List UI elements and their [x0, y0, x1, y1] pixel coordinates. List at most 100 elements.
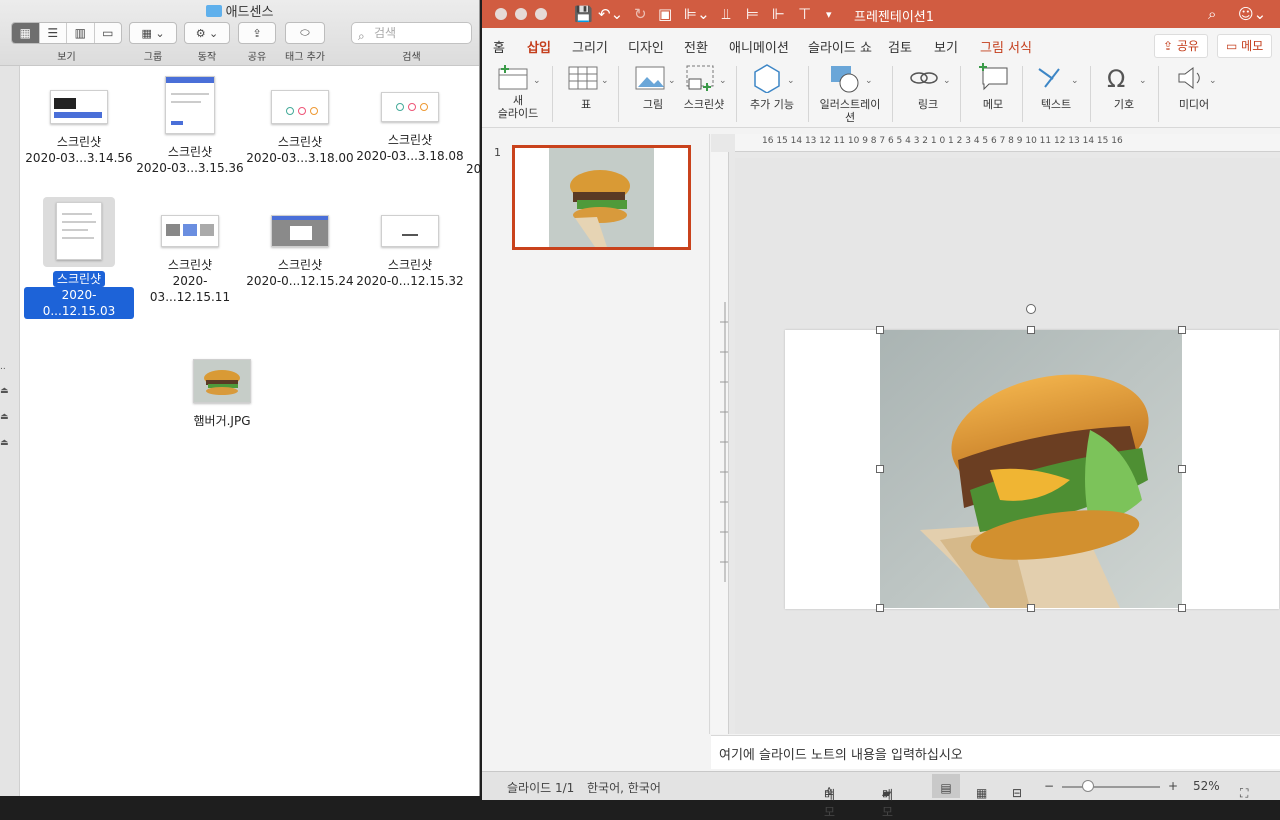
share-button[interactable]: ⇪ — [238, 22, 276, 44]
redo-icon[interactable]: ↻ — [634, 5, 647, 23]
file-item[interactable]: 스크린샷 2020-03...3.18.00 — [245, 76, 355, 166]
present-icon[interactable]: ▣ — [658, 5, 672, 23]
gallery-view-icon[interactable]: ▭ — [95, 23, 122, 43]
hamburger-picture[interactable] — [876, 304, 1186, 612]
file-item-selected[interactable]: 스크린샷 2020-0...12.15.03 — [24, 197, 134, 319]
eject-icon[interactable]: ⏏ — [0, 438, 9, 448]
align-top-icon[interactable]: ⊤ — [798, 5, 811, 23]
new-slide-button[interactable]: ⌄ 새 슬라이드 — [492, 62, 544, 120]
file-name: 스크린샷 2020-03...3.18.08 — [356, 133, 464, 163]
illustration-button[interactable]: ⌄ 일러스트레이션 — [816, 62, 884, 124]
file-item[interactable]: 스크린샷 2020-0...12.15.24 — [245, 197, 355, 289]
comment-button[interactable]: 메모 — [968, 62, 1018, 111]
ribbon-separator — [1158, 66, 1159, 122]
tab-insert[interactable]: 삽입 — [523, 37, 555, 61]
language-indicator[interactable]: 한국어, 한국어 — [587, 779, 661, 796]
tab-picture-format[interactable]: 그림 서식 — [980, 37, 1032, 56]
notes-input[interactable]: 여기에 슬라이드 노트의 내용을 입력하십시오 — [711, 735, 1280, 769]
powerpoint-window: 💾 ↶⌄ ↻ ▣ ⊫⌄ ⫫ ⊨ ⊩ ⊤ ▾ 프레젠테이션1 ⌕ ☺⌄ 홈 삽입 … — [482, 0, 1280, 819]
file-item[interactable]: 스크린샷 2020-03...3.15.36 — [135, 76, 245, 176]
view-mode-switcher[interactable]: ▦ ☰ ▥ ▭ — [11, 22, 122, 44]
group-button[interactable]: ▦ ⌄ — [129, 22, 177, 44]
screenshot-button[interactable]: ⌄ 스크린샷 — [678, 62, 730, 111]
customize-icon[interactable]: ▾ — [826, 8, 832, 21]
svg-text:⌄: ⌄ — [1071, 76, 1079, 86]
media-button[interactable]: ⌄ 미디어 — [1166, 62, 1222, 111]
comment-icon — [968, 62, 1018, 94]
tab-slideshow[interactable]: 슬라이드 쇼 — [808, 37, 872, 56]
ribbon-separator — [736, 66, 737, 122]
share-icon: ⇪ — [252, 26, 262, 40]
normal-view-button[interactable]: ▤ — [932, 774, 960, 798]
file-item[interactable]: 스크린샷 2020-03...12.15.11 — [135, 197, 245, 305]
finder-sidebar: .. ⏏ ⏏ ⏏ — [0, 66, 20, 796]
document-title: 프레젠테이션1 — [854, 10, 935, 25]
addins-button[interactable]: ⌄ 추가 기능 — [744, 62, 800, 111]
svg-text:⌄: ⌄ — [865, 76, 873, 86]
comments-button[interactable]: ▭ 메모 — [1217, 34, 1273, 58]
tag-button[interactable]: ⬭ — [285, 22, 325, 44]
resize-handle[interactable] — [1178, 465, 1186, 473]
text-button[interactable]: ⌄ 텍스트 — [1030, 62, 1082, 111]
picture-button[interactable]: ⌄ 그림 — [627, 62, 679, 111]
resize-handle[interactable] — [1178, 326, 1186, 334]
tab-animations[interactable]: 애니메이션 — [729, 37, 789, 56]
slide-thumbnail[interactable] — [512, 145, 691, 250]
tab-view[interactable]: 보기 — [934, 37, 958, 56]
zoom-slider-knob[interactable] — [1082, 780, 1094, 792]
slide[interactable] — [785, 304, 1279, 612]
zoom-in-button[interactable]: + — [1168, 779, 1178, 793]
action-button[interactable]: ⚙ ⌄ — [184, 22, 230, 44]
resize-handle[interactable] — [876, 604, 884, 612]
ribbon-separator — [552, 66, 553, 122]
zoom-button[interactable] — [535, 8, 547, 20]
tab-draw[interactable]: 그리기 — [572, 37, 608, 56]
table-button[interactable]: ⌄ 표 — [560, 62, 612, 111]
icon-view-icon[interactable]: ▦ — [12, 23, 40, 43]
list-view-icon[interactable]: ☰ — [40, 23, 67, 43]
slide-indicator: 슬라이드 1/1 — [507, 781, 575, 795]
file-item[interactable]: 스크린샷 2020-03...3.18.08 — [355, 76, 465, 164]
file-item[interactable]: 스크린샷 2020-03...3.14.56 — [24, 76, 134, 166]
minimize-button[interactable] — [515, 8, 527, 20]
resize-handle[interactable] — [1027, 326, 1035, 334]
tab-review[interactable]: 검토 — [888, 37, 912, 56]
column-view-icon[interactable]: ▥ — [67, 23, 95, 43]
file-thumbnail — [50, 90, 108, 124]
eject-icon[interactable]: ⏏ — [0, 412, 9, 422]
zoom-out-button[interactable]: − — [1044, 779, 1054, 793]
resize-handle[interactable] — [1027, 604, 1035, 612]
speaker-icon: ⌄ — [1166, 62, 1222, 94]
resize-handle[interactable] — [876, 326, 884, 334]
tab-home[interactable]: 홈 — [493, 37, 505, 56]
file-item[interactable]: 햄버거.JPG — [167, 359, 277, 429]
zoom-slider[interactable] — [1062, 786, 1160, 788]
link-button[interactable]: ⌄ 링크 — [902, 62, 954, 111]
search-icon[interactable]: ⌕ — [1208, 5, 1216, 23]
undo-icon[interactable]: ↶⌄ — [598, 5, 623, 23]
save-icon[interactable]: 💾 — [574, 5, 593, 23]
chart-icon[interactable]: ⫫ — [722, 5, 730, 23]
finder-toolbar: 애드센스 ▦ ☰ ▥ ▭ 보기 ▦ ⌄ 그룹 ⚙ ⌄ 동작 ⇪ 공유 ⬭ 태그 … — [0, 0, 479, 66]
file-name-overflow: 20 — [466, 162, 482, 176]
eject-icon[interactable]: ⏏ — [0, 386, 9, 396]
vertical-ruler-ticks — [720, 302, 728, 582]
tab-transitions[interactable]: 전환 — [684, 37, 708, 56]
title-bar: 💾 ↶⌄ ↻ ▣ ⊫⌄ ⫫ ⊨ ⊩ ⊤ ▾ 프레젠테이션1 ⌕ ☺⌄ — [482, 0, 1280, 28]
symbol-button[interactable]: Ω ⌄ 기호 — [1098, 62, 1150, 111]
ribbon-separator — [960, 66, 961, 122]
resize-handle[interactable] — [876, 465, 884, 473]
zoom-level[interactable]: 52% — [1193, 779, 1220, 793]
rotate-handle-icon[interactable] — [1026, 304, 1036, 314]
search-input[interactable]: ⌕ 검색 — [351, 22, 472, 44]
folder-icon — [205, 5, 222, 17]
align-left-icon[interactable]: ⊫⌄ — [684, 5, 710, 23]
share-button[interactable]: ⇪ 공유 — [1154, 34, 1208, 58]
file-item[interactable]: 스크린샷 2020-0...12.15.32 — [355, 197, 465, 289]
close-button[interactable] — [495, 8, 507, 20]
resize-handle[interactable] — [1178, 604, 1186, 612]
distribute-icon[interactable]: ⊩ — [772, 5, 785, 23]
smiley-icon[interactable]: ☺⌄ — [1238, 5, 1266, 23]
align-icon[interactable]: ⊨ — [746, 5, 759, 23]
tab-design[interactable]: 디자인 — [628, 37, 664, 56]
